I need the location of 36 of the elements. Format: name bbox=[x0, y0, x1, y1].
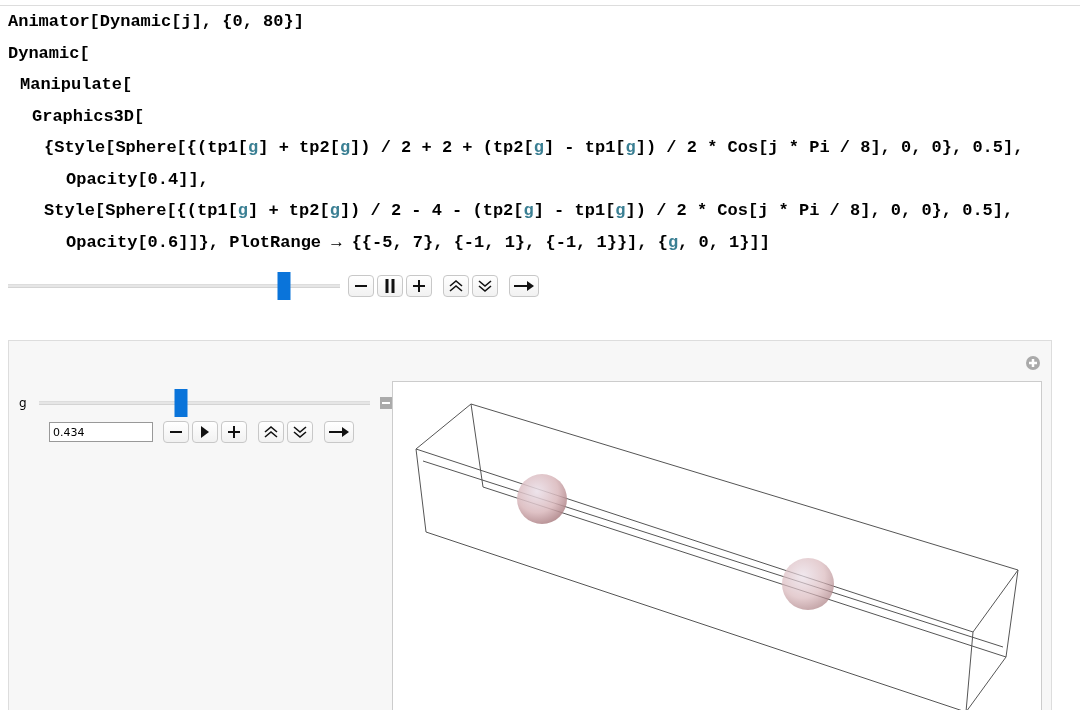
translucent-sphere bbox=[517, 474, 567, 524]
control-label: g bbox=[19, 396, 28, 410]
slider-thumb[interactable] bbox=[277, 272, 291, 300]
slider-thumb[interactable] bbox=[174, 389, 188, 417]
pause-icon bbox=[384, 278, 396, 294]
code-line: Graphics3D[ bbox=[32, 105, 145, 128]
double-chevron-down-icon bbox=[292, 425, 308, 439]
right-arrow-icon bbox=[328, 426, 350, 438]
play-button[interactable] bbox=[192, 421, 218, 443]
increment-button[interactable] bbox=[406, 275, 432, 297]
faster-button[interactable] bbox=[258, 421, 284, 443]
code-line: {Style[Sphere[{(tp1[g] + tp2[g]) / 2 + 2 + (tp2[g] - tp1[g]) / 2 * Cos[j * Pi / 8], 0, 0}, 0.5], bbox=[44, 137, 1024, 159]
code-line: Opacity[0.4]], bbox=[66, 168, 209, 191]
increment-button[interactable] bbox=[221, 421, 247, 443]
double-chevron-up-icon bbox=[263, 425, 279, 439]
slower-button[interactable] bbox=[287, 421, 313, 443]
value-field[interactable]: 0.434 bbox=[49, 422, 153, 442]
pause-button[interactable] bbox=[377, 275, 403, 297]
right-arrow-icon bbox=[513, 280, 535, 292]
translucent-sphere bbox=[782, 558, 834, 610]
plus-icon bbox=[411, 278, 427, 294]
double-chevron-down-icon bbox=[477, 279, 493, 293]
code-line: Animator[Dynamic[j], {0, 80}] bbox=[8, 11, 304, 33]
slower-button[interactable] bbox=[472, 275, 498, 297]
code-line: Style[Sphere[{(tp1[g] + tp2[g]) / 2 - 4 - (tp2[g] - tp1[g]) / 2 * Cos[j * Pi / 8], 0, 0}, 0.5], bbox=[44, 200, 1014, 222]
code-line: Dynamic[ bbox=[8, 42, 90, 65]
direction-button[interactable] bbox=[324, 421, 354, 443]
code-line: Manipulate[ bbox=[20, 74, 133, 96]
code-line: Opacity[0.6]]}, PlotRange → {{-5, 7}, {-1, 1}, {-1, 1}}], {g, 0, 1}]] bbox=[66, 231, 770, 254]
plus-icon bbox=[226, 424, 242, 440]
direction-button[interactable] bbox=[509, 275, 539, 297]
decrement-button[interactable] bbox=[163, 421, 189, 443]
faster-button[interactable] bbox=[443, 275, 469, 297]
decrement-button[interactable] bbox=[348, 275, 374, 297]
play-icon bbox=[200, 425, 210, 439]
double-chevron-up-icon bbox=[448, 279, 464, 293]
